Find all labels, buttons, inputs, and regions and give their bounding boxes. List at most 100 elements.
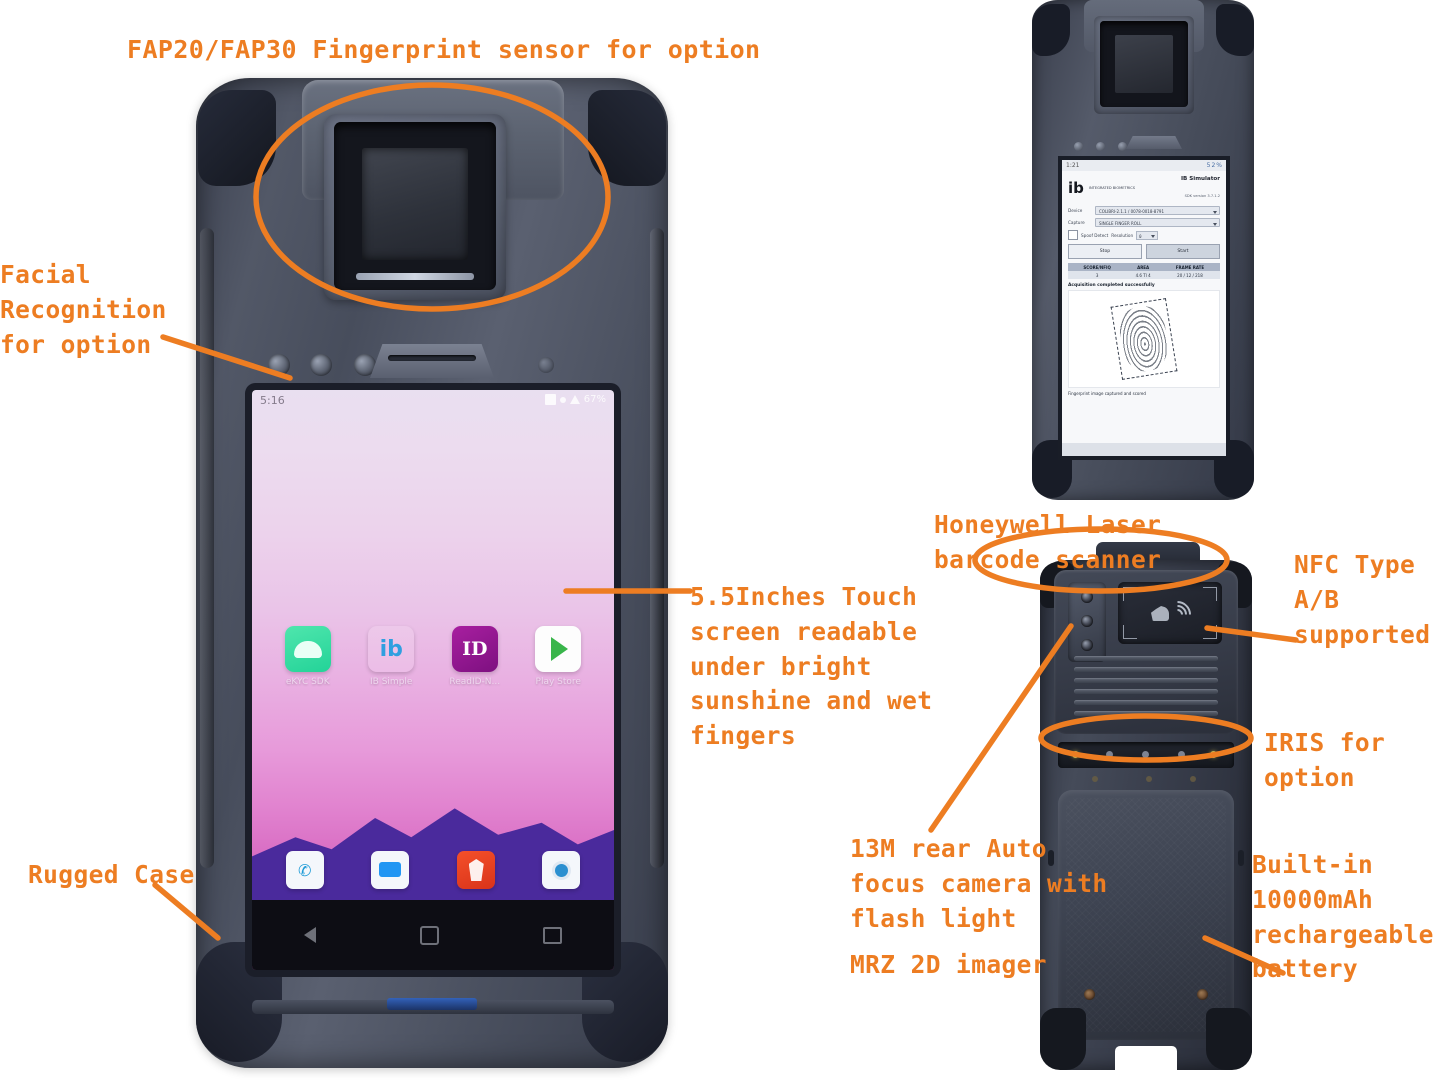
stop-button[interactable]: Stop (1068, 244, 1142, 259)
spoof-detect-checkbox[interactable] (1068, 230, 1078, 240)
app-item[interactable]: ReadID-N... (438, 626, 512, 687)
fingerprint-capture-area (1068, 290, 1220, 389)
wifi-icon (559, 396, 566, 403)
home-icon[interactable] (420, 925, 439, 945)
phone-icon[interactable] (285, 851, 324, 889)
ib-logo-icon[interactable] (368, 626, 415, 672)
nfc-corner-bracket (1123, 587, 1137, 601)
fingerprint-sensor-housing[interactable] (324, 114, 506, 300)
annotation-barcode-scanner: Honeywell Laser barcode scanner (934, 510, 1162, 574)
device-select[interactable]: COLIBRI-2.1.1 / 0078-0018-8791 (1095, 206, 1220, 215)
bottom-notch (1115, 1046, 1177, 1072)
home-app-grid: eKYC SDK IB Simple ReadID-N... Play Stor… (266, 626, 600, 687)
nfc-corner-bracket (1203, 587, 1217, 601)
sim-icon (544, 394, 556, 405)
shield-scan-icon[interactable] (456, 851, 495, 889)
annotation-fingerprint-sensor: FAP20/FAP30 Fingerprint sensor for optio… (127, 35, 761, 64)
demo-fingerprint-bezel (1100, 21, 1188, 107)
app-header: ib INTEGRATED BIOMETRICS IB Simulator SD… (1068, 176, 1220, 201)
demo-status-clock: 1:21 (1066, 162, 1080, 169)
app-item[interactable]: eKYC SDK (271, 626, 345, 687)
demo-grip-top-right (1216, 4, 1254, 56)
nfc-pad[interactable] (1118, 582, 1222, 644)
home-dock (262, 844, 604, 896)
front-device: 5:16 67% eKYC SDK IB Simple (196, 78, 668, 1068)
demo-fingerprint-window[interactable] (1115, 35, 1173, 93)
demo-ir-icon (1118, 142, 1127, 151)
annotation-touch-screen: 5.5Inches Touch screen readable under br… (690, 582, 933, 751)
nfc-wave-arc (1158, 595, 1197, 634)
demo-proximity-icon (1096, 142, 1105, 151)
back-top-plate (1054, 570, 1238, 734)
cover-screw (1084, 989, 1095, 1000)
play-store-icon[interactable] (535, 626, 582, 672)
message-icon[interactable] (371, 851, 410, 889)
results-table: SCORE/NFIQ AREA FRAME RATE 3 4.6 Tl 4 20… (1068, 263, 1220, 280)
resolution-label: Resolution (1111, 232, 1134, 238)
annotation-iris: IRIS for option (1264, 728, 1386, 792)
iris-sensor-dot (1210, 751, 1217, 758)
front-camera-icon (268, 354, 290, 376)
signal-icon (569, 395, 580, 404)
options-row: Spoof Detect Resolution 0 (1068, 230, 1220, 240)
annotation-facial-recognition: Facial Recognition for option (0, 260, 167, 359)
iris-sensor-dot (1072, 751, 1079, 758)
status-clock: 5:16 (260, 394, 285, 407)
capture-field-label: Capture (1068, 220, 1085, 225)
status-bar: 5:16 67% (252, 390, 614, 412)
iris-sub-marker-row (1088, 774, 1204, 786)
demo-fingerprint-housing[interactable] (1094, 16, 1194, 114)
software-demo-device: 1:21 52% ib INTEGRATED BIOMETRICS IB Sim… (1032, 0, 1254, 500)
camera-icon[interactable] (542, 851, 581, 889)
fingerprint-sensor-bezel (334, 122, 496, 290)
ib-simulator-app: ib INTEGRATED BIOMETRICS IB Simulator SD… (1062, 171, 1226, 456)
demo-front-camera-icon (1074, 142, 1083, 151)
app-title: IB Simulator (1180, 176, 1220, 182)
fingerprint-sensor-window[interactable] (362, 148, 468, 260)
table-header-row: SCORE/NFIQ AREA FRAME RATE (1068, 263, 1220, 272)
table-cell: 20 / 12 / 218 (1159, 271, 1220, 280)
iris-sensor-dot (1142, 751, 1149, 758)
demo-screen[interactable]: 1:21 52% ib INTEGRATED BIOMETRICS IB Sim… (1062, 160, 1226, 456)
side-ridge-left (200, 228, 214, 868)
fingerprint-image (1116, 304, 1172, 375)
corner-grip-top-left (198, 90, 276, 186)
rear-camera-module (1068, 582, 1106, 662)
sub-marker-dot (1146, 776, 1152, 782)
app-title-block: IB Simulator SDK version 3.7.1.2 (1181, 176, 1220, 201)
ib-brand-logo: ib (1068, 179, 1084, 197)
status-message: Acquisition completed successfully (1068, 283, 1155, 289)
battery-percent: 67% (583, 394, 606, 405)
iris-sensor-strip (1058, 742, 1234, 768)
nfc-corner-bracket (1203, 625, 1217, 639)
contactless-wave-icon (1149, 595, 1197, 634)
grille-slat (1074, 689, 1218, 694)
app-item[interactable]: Play Store (521, 626, 595, 687)
demo-status-bar: 1:21 52% (1062, 160, 1226, 171)
table-cell: 4.6 Tl 4 (1126, 271, 1160, 280)
demo-nav-bar (1062, 443, 1226, 456)
device-field-label: Device (1068, 208, 1083, 213)
green-cloud-icon[interactable] (284, 626, 331, 672)
annotation-battery: Built-in 10000mAh rechargeable battery (1252, 850, 1434, 984)
table-cell: 3 (1068, 271, 1127, 280)
capture-select[interactable]: SINGLE FINGER ROLL (1095, 218, 1220, 227)
status-icons: 67% (544, 394, 606, 405)
id-card-icon[interactable] (451, 626, 498, 672)
back-icon[interactable] (304, 927, 316, 943)
grille-slat (1074, 711, 1218, 716)
grille-slat (1074, 667, 1218, 672)
table-row: 3 4.6 Tl 4 20 / 12 / 218 (1068, 271, 1220, 280)
side-button-right[interactable] (1238, 850, 1244, 866)
table-header-cell: AREA (1126, 263, 1160, 272)
resolution-select[interactable]: 0 (1136, 230, 1159, 240)
capture-footer-text: Fingerprint image captured and scored (1068, 391, 1146, 397)
sub-marker-dot (1190, 776, 1196, 782)
recents-icon[interactable] (543, 926, 562, 944)
app-item[interactable]: IB Simple (354, 626, 428, 687)
table-header-cell: SCORE/NFIQ (1068, 263, 1127, 272)
front-touch-screen[interactable]: 5:16 67% eKYC SDK IB Simple (252, 390, 614, 970)
start-button[interactable]: Start (1146, 244, 1220, 259)
fingerprint-sensor-light-strip (356, 273, 474, 280)
diagram-canvas: 5:16 67% eKYC SDK IB Simple (0, 0, 1440, 1080)
